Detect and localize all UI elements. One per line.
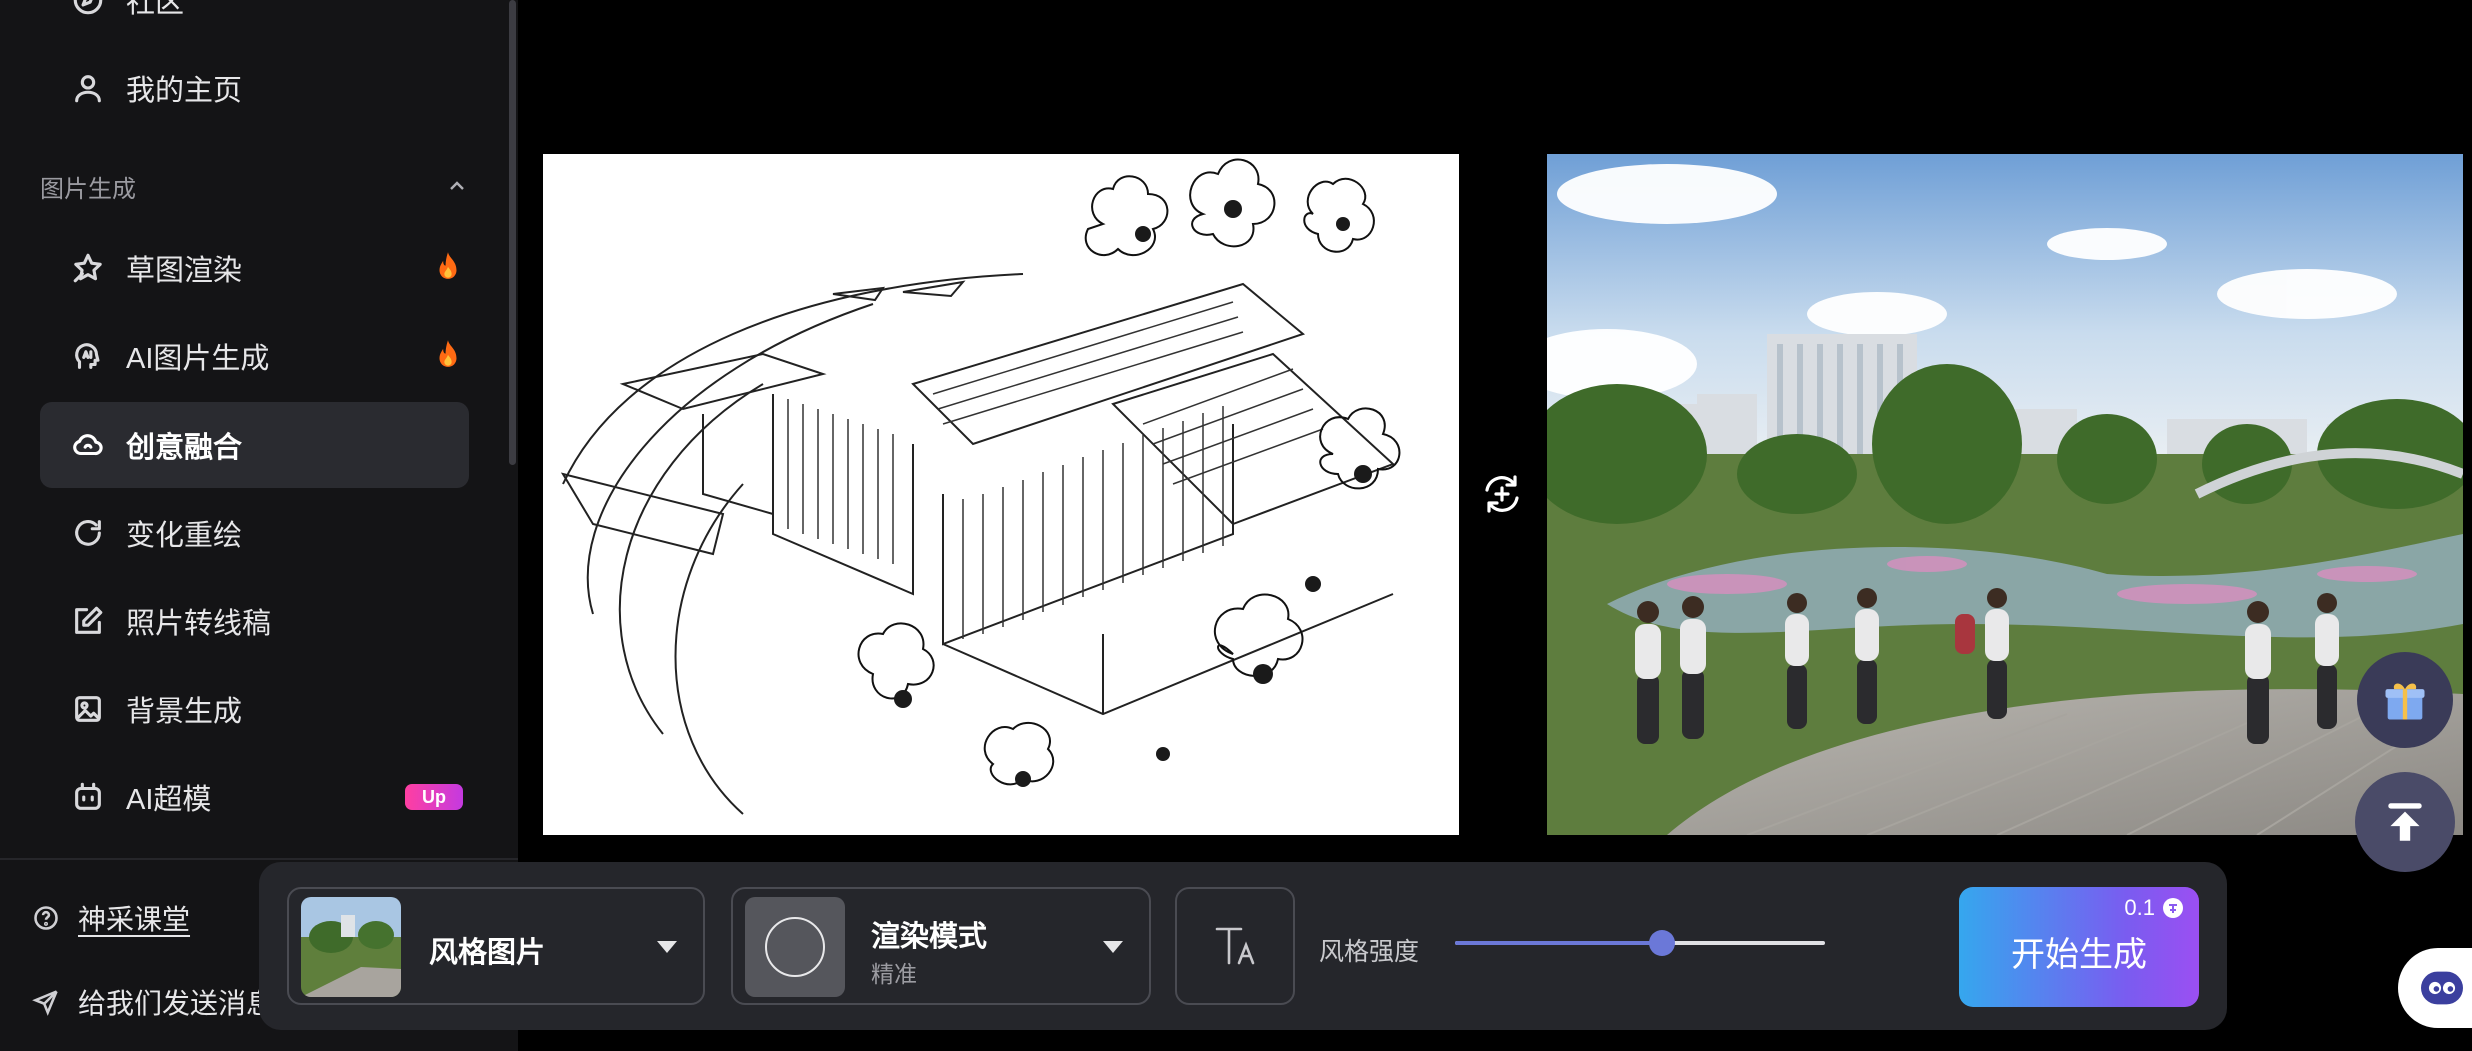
- sidebar-item-label: 创意融合: [126, 432, 243, 464]
- style-image-thumbnail: [301, 897, 401, 997]
- sidebar-item-ai-image[interactable]: AI图片生成: [40, 313, 469, 399]
- assistant-button[interactable]: [2398, 948, 2472, 1028]
- sidebar-item-my-home[interactable]: 我的主页: [40, 45, 469, 131]
- sidebar-item-community[interactable]: 社区: [40, 0, 469, 43]
- sidebar-item-creative-fusion[interactable]: 创意融合: [40, 402, 469, 488]
- chevron-up-icon: [450, 181, 464, 190]
- gift-button[interactable]: [2357, 652, 2453, 748]
- fire-icon: [439, 252, 457, 279]
- slider-fill: [1455, 941, 1663, 945]
- section-header-image-generation[interactable]: 图片生成: [40, 168, 469, 204]
- circle-icon: [765, 917, 825, 977]
- user-icon: [70, 70, 106, 106]
- rendered-output-image[interactable]: [1547, 154, 2463, 835]
- sidebar-divider: [0, 858, 518, 860]
- back-to-top-button[interactable]: [2355, 772, 2455, 872]
- style-image-label: 风格图片: [429, 937, 546, 969]
- section-title: 图片生成: [40, 175, 136, 203]
- feedback-link[interactable]: 给我们发送消息: [32, 982, 274, 1022]
- sidebar-item-label: 社区: [126, 0, 185, 19]
- gift-icon: [2385, 683, 2425, 720]
- text-size-icon: [1215, 927, 1255, 965]
- robot-icon: [70, 779, 106, 815]
- cloud-blend-icon: [70, 427, 106, 463]
- render-mode-label: 渲染模式: [871, 921, 988, 953]
- text-prompt-button[interactable]: [1175, 887, 1295, 1005]
- start-generate-button[interactable]: 0.1 开始生成: [1959, 887, 2199, 1007]
- chevron-down-icon: [1103, 941, 1123, 953]
- feedback-link-label: 给我们发送消息: [78, 988, 275, 1019]
- render-mode-thumbnail: [745, 897, 845, 997]
- generate-cost-value: 0.1: [2124, 895, 2155, 920]
- course-link[interactable]: 神采课堂: [32, 898, 190, 938]
- arrow-up-to-line-icon: [2388, 803, 2422, 841]
- help-circle-icon: [34, 906, 58, 930]
- sidebar-item-sketch-render[interactable]: 草图渲染: [40, 225, 469, 311]
- architectural-sketch-illustration: [560, 158, 1401, 815]
- sidebar-item-label: 我的主页: [126, 75, 243, 107]
- render-mode-value: 精准: [871, 961, 917, 987]
- style-strength-slider[interactable]: [1455, 930, 1825, 956]
- render-mode-selector[interactable]: 渲染模式 精准: [731, 887, 1151, 1005]
- style-strength-label: 风格强度: [1319, 938, 1420, 966]
- sketch-star-icon: [70, 250, 106, 286]
- ai-brain-icon: [70, 338, 106, 374]
- start-generate-label: 开始生成: [2011, 936, 2147, 974]
- chat-bot-icon: [2421, 971, 2463, 1005]
- image-icon: [70, 691, 106, 727]
- swap-add-icon[interactable]: [1478, 470, 1526, 518]
- sidebar-item-label: 变化重绘: [126, 520, 243, 552]
- sidebar-item-background-gen[interactable]: 背景生成: [40, 666, 469, 752]
- sidebar-item-photo-to-line[interactable]: 照片转线稿: [40, 578, 469, 664]
- up-badge: Up: [405, 784, 463, 810]
- rendered-park-illustration: [1547, 154, 2463, 835]
- sidebar-item-ai-model[interactable]: AI超模 Up: [40, 754, 469, 840]
- sidebar-item-label: 背景生成: [126, 696, 243, 728]
- generation-toolbar: 风格图片 渲染模式 精准 风格强度 0.1 开始生成: [259, 862, 2227, 1030]
- sidebar-item-variation-redraw[interactable]: 变化重绘: [40, 490, 469, 576]
- compass-icon: [70, 0, 106, 18]
- edit-square-icon: [70, 603, 106, 639]
- sidebar-scrollbar[interactable]: [509, 0, 516, 465]
- fire-icon: [439, 340, 457, 367]
- sidebar-item-label: 草图渲染: [126, 255, 243, 287]
- sidebar-item-label: AI超模: [126, 784, 212, 816]
- slider-thumb[interactable]: [1649, 930, 1676, 956]
- course-link-label: 神采课堂: [78, 904, 191, 935]
- sidebar-item-label: 照片转线稿: [126, 608, 272, 640]
- coin-icon: [2163, 898, 2183, 918]
- style-image-selector[interactable]: 风格图片: [287, 887, 705, 1005]
- refresh-icon: [70, 515, 106, 551]
- send-icon: [32, 990, 58, 1016]
- sketch-input-image[interactable]: [543, 154, 1459, 835]
- chevron-down-icon: [657, 941, 677, 953]
- generate-cost: 0.1: [2124, 895, 2185, 921]
- sidebar-item-label: AI图片生成: [126, 343, 270, 375]
